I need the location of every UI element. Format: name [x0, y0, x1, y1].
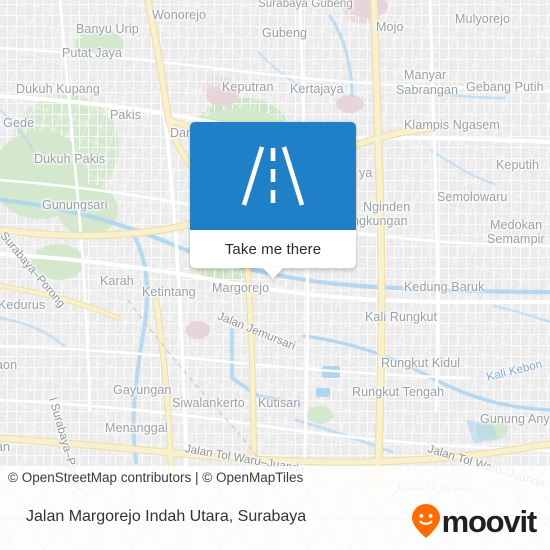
take-me-there-popup[interactable]: Take me there: [190, 122, 356, 279]
take-me-there-label: Take me there: [224, 240, 322, 258]
location-title: Jalan Margorejo Indah Utara, Surabaya: [26, 508, 307, 525]
moovit-map-screenshot: Surabaya Gubeng Wonorejo Mojo Mulyorejo Bany…: [0, 0, 550, 550]
moovit-logo[interactable]: moovit: [411, 503, 538, 539]
moovit-wordmark: moovit: [441, 503, 538, 539]
popup-pointer-tail: [262, 267, 284, 279]
road-icon: [241, 146, 305, 206]
popup-icon-panel: [190, 122, 356, 230]
map-canvas[interactable]: Surabaya Gubeng Wonorejo Mojo Mulyorejo Bany…: [0, 0, 550, 490]
map-attribution[interactable]: © OpenStreetMap contributors | © OpenMap…: [8, 470, 303, 485]
moovit-pin-icon: [411, 504, 440, 538]
popup-action-bar[interactable]: Take me there: [190, 230, 356, 279]
